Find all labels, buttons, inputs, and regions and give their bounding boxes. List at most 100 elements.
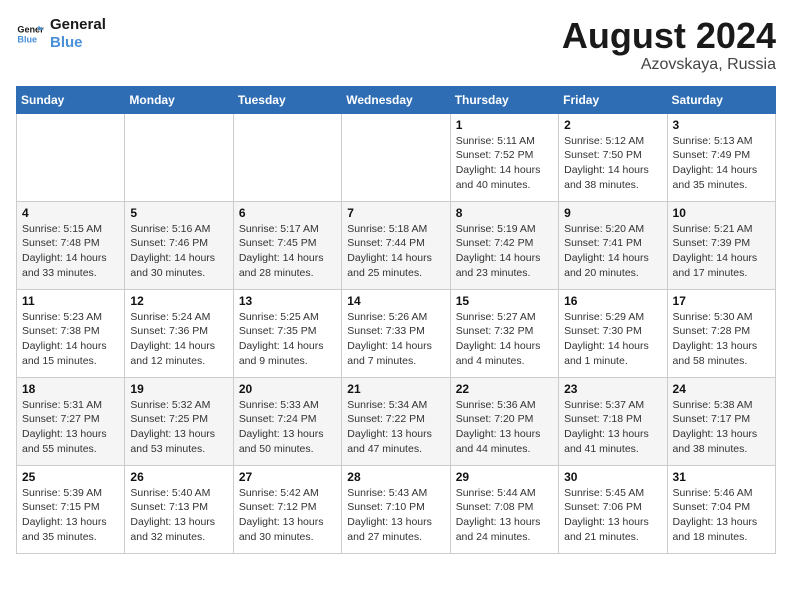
day-number: 23	[564, 382, 661, 396]
table-row: 19Sunrise: 5:32 AM Sunset: 7:25 PM Dayli…	[125, 377, 233, 465]
day-number: 29	[456, 470, 553, 484]
day-number: 22	[456, 382, 553, 396]
svg-text:Blue: Blue	[17, 34, 37, 44]
header-sunday: Sunday	[17, 86, 125, 113]
day-number: 1	[456, 118, 553, 132]
day-number: 24	[673, 382, 770, 396]
day-info: Sunrise: 5:42 AM Sunset: 7:12 PM Dayligh…	[239, 486, 336, 545]
day-info: Sunrise: 5:15 AM Sunset: 7:48 PM Dayligh…	[22, 222, 119, 281]
day-number: 27	[239, 470, 336, 484]
day-info: Sunrise: 5:45 AM Sunset: 7:06 PM Dayligh…	[564, 486, 661, 545]
table-row: 26 Sunrise: 5:40 AM Sunset: 7:13 PM Dayli…	[125, 465, 233, 553]
table-row: 6Sunrise: 5:17 AM Sunset: 7:45 PM Daylig…	[233, 201, 341, 289]
day-info: Sunrise: 5:46 AM Sunset: 7:04 PM Dayligh…	[673, 486, 770, 545]
day-info: Sunrise: 5:30 AM Sunset: 7:28 PM Dayligh…	[673, 310, 770, 369]
day-number: 8	[456, 206, 553, 220]
table-row: 24 Sunrise: 5:38 AM Sunset: 7:17 PM Dayli…	[667, 377, 775, 465]
header-thursday: Thursday	[450, 86, 558, 113]
day-info: Sunrise: 5:20 AM Sunset: 7:41 PM Dayligh…	[564, 222, 661, 281]
table-row: 25 Sunrise: 5:39 AM Sunset: 7:15 PM Dayli…	[17, 465, 125, 553]
table-row: 18 Sunrise: 5:31 AM Sunset: 7:27 PM Dayli…	[17, 377, 125, 465]
day-info: Sunrise: 5:44 AM Sunset: 7:08 PM Dayligh…	[456, 486, 553, 545]
day-info: Sunrise: 5:38 AM Sunset: 7:17 PM Dayligh…	[673, 398, 770, 457]
page-header: General Blue General Blue August 2024 Az…	[16, 16, 776, 74]
day-number: 14	[347, 294, 444, 308]
table-row: 11 Sunrise: 5:23 AM Sunset: 7:38 PM Dayli…	[17, 289, 125, 377]
table-row: 12 Sunrise: 5:24 AM Sunset: 7:36 PM Dayli…	[125, 289, 233, 377]
table-row	[233, 113, 341, 201]
table-row: 16Sunrise: 5:29 AM Sunset: 7:30 PM Dayli…	[559, 289, 667, 377]
day-info: Sunrise: 5:13 AM Sunset: 7:49 PM Dayligh…	[673, 134, 770, 193]
day-number: 13	[239, 294, 336, 308]
day-info: Sunrise: 5:40 AM Sunset: 7:13 PM Dayligh…	[130, 486, 227, 545]
calendar-week-row: 25 Sunrise: 5:39 AM Sunset: 7:15 PM Dayli…	[17, 465, 776, 553]
day-number: 11	[22, 294, 119, 308]
day-info: Sunrise: 5:37 AM Sunset: 7:18 PM Dayligh…	[564, 398, 661, 457]
day-number: 2	[564, 118, 661, 132]
day-info: Sunrise: 5:32 AM Sunset: 7:25 PM Dayligh…	[130, 398, 227, 457]
day-number: 30	[564, 470, 661, 484]
table-row: 15 Sunrise: 5:27 AM Sunset: 7:32 PM Dayli…	[450, 289, 558, 377]
calendar-week-row: 11 Sunrise: 5:23 AM Sunset: 7:38 PM Dayli…	[17, 289, 776, 377]
day-number: 10	[673, 206, 770, 220]
calendar-table: Sunday Monday Tuesday Wednesday Thursday…	[16, 86, 776, 554]
day-number: 26	[130, 470, 227, 484]
header-tuesday: Tuesday	[233, 86, 341, 113]
logo-icon: General Blue	[16, 20, 44, 48]
day-number: 17	[673, 294, 770, 308]
day-number: 12	[130, 294, 227, 308]
table-row: 10 Sunrise: 5:21 AM Sunset: 7:39 PM Dayli…	[667, 201, 775, 289]
calendar-week-row: 18 Sunrise: 5:31 AM Sunset: 7:27 PM Dayli…	[17, 377, 776, 465]
logo-general: General	[50, 16, 106, 34]
table-row: 13 Sunrise: 5:25 AM Sunset: 7:35 PM Dayli…	[233, 289, 341, 377]
table-row	[125, 113, 233, 201]
table-row: 28 Sunrise: 5:43 AM Sunset: 7:10 PM Dayli…	[342, 465, 450, 553]
day-number: 20	[239, 382, 336, 396]
day-number: 9	[564, 206, 661, 220]
header-saturday: Saturday	[667, 86, 775, 113]
day-info: Sunrise: 5:11 AM Sunset: 7:52 PM Dayligh…	[456, 134, 553, 193]
table-row: 1 Sunrise: 5:11 AM Sunset: 7:52 PM Daylig…	[450, 113, 558, 201]
header-monday: Monday	[125, 86, 233, 113]
day-number: 6	[239, 206, 336, 220]
day-info: Sunrise: 5:25 AM Sunset: 7:35 PM Dayligh…	[239, 310, 336, 369]
table-row: 23 Sunrise: 5:37 AM Sunset: 7:18 PM Dayli…	[559, 377, 667, 465]
day-number: 18	[22, 382, 119, 396]
logo-blue: Blue	[50, 34, 106, 52]
table-row: 21Sunrise: 5:34 AM Sunset: 7:22 PM Dayli…	[342, 377, 450, 465]
table-row: 31 Sunrise: 5:46 AM Sunset: 7:04 PM Dayli…	[667, 465, 775, 553]
day-info: Sunrise: 5:33 AM Sunset: 7:24 PM Dayligh…	[239, 398, 336, 457]
day-info: Sunrise: 5:27 AM Sunset: 7:32 PM Dayligh…	[456, 310, 553, 369]
table-row: 27 Sunrise: 5:42 AM Sunset: 7:12 PM Dayli…	[233, 465, 341, 553]
day-number: 28	[347, 470, 444, 484]
table-row	[342, 113, 450, 201]
day-info: Sunrise: 5:39 AM Sunset: 7:15 PM Dayligh…	[22, 486, 119, 545]
table-row: 29 Sunrise: 5:44 AM Sunset: 7:08 PM Dayli…	[450, 465, 558, 553]
header-friday: Friday	[559, 86, 667, 113]
table-row: 20 Sunrise: 5:33 AM Sunset: 7:24 PM Dayli…	[233, 377, 341, 465]
day-info: Sunrise: 5:12 AM Sunset: 7:50 PM Dayligh…	[564, 134, 661, 193]
table-row: 4 Sunrise: 5:15 AM Sunset: 7:48 PM Daylig…	[17, 201, 125, 289]
table-row: 2 Sunrise: 5:12 AM Sunset: 7:50 PM Daylig…	[559, 113, 667, 201]
day-number: 31	[673, 470, 770, 484]
table-row: 9 Sunrise: 5:20 AM Sunset: 7:41 PM Daylig…	[559, 201, 667, 289]
day-info: Sunrise: 5:34 AM Sunset: 7:22 PM Dayligh…	[347, 398, 444, 457]
day-info: Sunrise: 5:21 AM Sunset: 7:39 PM Dayligh…	[673, 222, 770, 281]
day-info: Sunrise: 5:24 AM Sunset: 7:36 PM Dayligh…	[130, 310, 227, 369]
calendar-week-row: 1 Sunrise: 5:11 AM Sunset: 7:52 PM Daylig…	[17, 113, 776, 201]
calendar-week-row: 4 Sunrise: 5:15 AM Sunset: 7:48 PM Daylig…	[17, 201, 776, 289]
day-info: Sunrise: 5:43 AM Sunset: 7:10 PM Dayligh…	[347, 486, 444, 545]
day-info: Sunrise: 5:31 AM Sunset: 7:27 PM Dayligh…	[22, 398, 119, 457]
day-number: 25	[22, 470, 119, 484]
title-section: August 2024 Azovskaya, Russia	[562, 16, 776, 74]
header-wednesday: Wednesday	[342, 86, 450, 113]
day-number: 5	[130, 206, 227, 220]
weekday-header-row: Sunday Monday Tuesday Wednesday Thursday…	[17, 86, 776, 113]
table-row: 17 Sunrise: 5:30 AM Sunset: 7:28 PM Dayli…	[667, 289, 775, 377]
month-year-title: August 2024	[562, 16, 776, 56]
logo: General Blue General Blue	[16, 16, 106, 52]
day-info: Sunrise: 5:23 AM Sunset: 7:38 PM Dayligh…	[22, 310, 119, 369]
table-row: 7Sunrise: 5:18 AM Sunset: 7:44 PM Daylig…	[342, 201, 450, 289]
day-number: 4	[22, 206, 119, 220]
day-number: 15	[456, 294, 553, 308]
